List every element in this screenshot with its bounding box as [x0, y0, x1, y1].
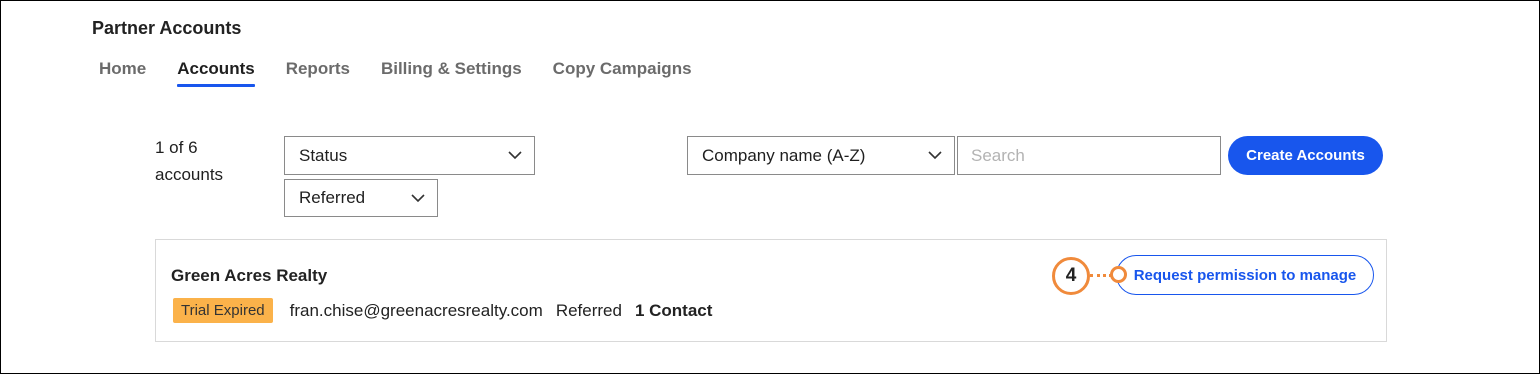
callout-target-dot [1110, 266, 1127, 283]
page-frame: Partner Accounts Home Accounts Reports B… [0, 0, 1540, 374]
tab-home[interactable]: Home [99, 59, 146, 87]
chevron-down-icon [411, 194, 425, 203]
status-filter-select[interactable]: Status [284, 136, 535, 175]
account-count-label: accounts [155, 165, 224, 184]
page-title: Partner Accounts [92, 18, 242, 38]
callout-marker: 4 [1052, 257, 1090, 295]
create-accounts-button[interactable]: Create Accounts [1228, 136, 1383, 175]
contact-count: 1 Contact [634, 300, 713, 320]
referred-filter-value: Referred [299, 188, 366, 207]
search-input[interactable] [957, 136, 1221, 175]
tab-copy-campaigns[interactable]: Copy Campaigns [553, 59, 692, 87]
account-email: fran.chise@greenacresrealty.com [289, 300, 543, 320]
account-card: Green Acres Realty Trial Expired fran.ch… [155, 239, 1387, 342]
chevron-down-icon [508, 151, 522, 160]
nav-tabs: Home Accounts Reports Billing & Settings… [99, 59, 723, 87]
account-type: Referred [555, 300, 622, 320]
sort-select[interactable]: Company name (A-Z) [687, 136, 955, 175]
sort-value: Company name (A-Z) [702, 145, 866, 165]
account-count: 1 of 6 accounts [155, 134, 223, 188]
tab-accounts[interactable]: Accounts [177, 59, 256, 87]
status-filter-value: Status [299, 145, 348, 165]
company-name[interactable]: Green Acres Realty [171, 266, 327, 286]
account-meta: Trial Expired fran.chise@greenacresrealt… [173, 298, 712, 323]
request-permission-button[interactable]: Request permission to manage [1116, 255, 1374, 295]
tab-reports[interactable]: Reports [286, 59, 350, 87]
status-badge: Trial Expired [173, 298, 273, 323]
tab-billing-settings[interactable]: Billing & Settings [381, 59, 522, 87]
account-count-number: 1 of 6 [155, 138, 198, 157]
callout-connector [1090, 274, 1112, 277]
referred-filter-select[interactable]: Referred [284, 179, 438, 217]
chevron-down-icon [928, 151, 942, 160]
